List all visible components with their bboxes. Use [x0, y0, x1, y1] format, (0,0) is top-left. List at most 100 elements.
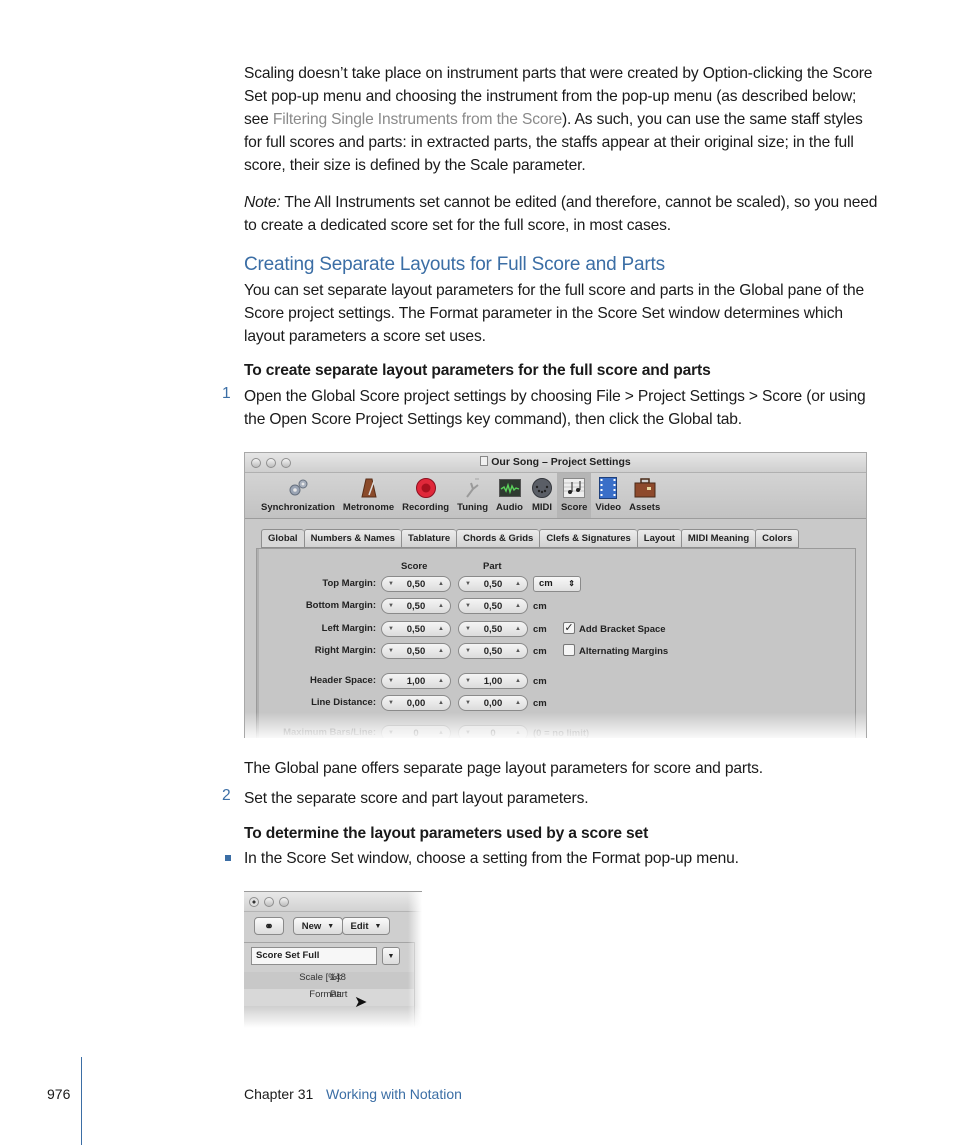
decrement-arrow-icon[interactable]: ▼ [465, 648, 471, 654]
unit-select[interactable]: cm ⇕ [533, 576, 581, 592]
new-menu-button[interactable]: New ▼ [293, 917, 343, 935]
toolbar-label: Score [560, 502, 588, 513]
decrement-arrow-icon[interactable]: ▼ [388, 700, 394, 706]
alternating-margins-checkbox[interactable] [563, 644, 575, 656]
line-distance-score-stepper[interactable]: ▼ 0,00 ▲ [381, 695, 451, 711]
toolbar-assets[interactable]: Assets [625, 473, 664, 518]
decrement-arrow-icon[interactable]: ▼ [465, 581, 471, 587]
tab-numbers-names[interactable]: Numbers & Names [303, 529, 402, 548]
chevron-down-icon: ▼ [327, 922, 335, 930]
left-margin-score-stepper[interactable]: ▼ 0,50 ▲ [381, 621, 451, 637]
decrement-arrow-icon[interactable]: ▼ [388, 626, 394, 632]
line-distance-part-stepper[interactable]: ▼ 0,00 ▲ [458, 695, 528, 711]
bullet-text: In the Score Set window, choose a settin… [244, 850, 739, 867]
project-settings-screenshot: Our Song – Project Settings Synchronizat… [244, 452, 867, 738]
minimize-button[interactable] [264, 897, 274, 907]
decrement-arrow-icon[interactable]: ▼ [388, 603, 394, 609]
toolbar-tuning[interactable]: Tuning [453, 473, 492, 518]
column-header-part: Part [483, 561, 502, 572]
increment-arrow-icon[interactable]: ▲ [438, 648, 444, 654]
tab-tablature[interactable]: Tablature [401, 529, 457, 548]
unit-label: cm [533, 676, 547, 687]
right-margin-part-stepper[interactable]: ▼ 0,50 ▲ [458, 643, 528, 659]
increment-arrow-icon[interactable]: ▲ [515, 581, 521, 587]
decrement-arrow-icon[interactable]: ▼ [465, 626, 471, 632]
increment-arrow-icon[interactable]: ▲ [515, 603, 521, 609]
stepper-value: 0,50 [483, 645, 503, 657]
score-notes-icon [563, 477, 586, 499]
decrement-arrow-icon[interactable]: ▼ [465, 678, 471, 684]
toolbar-label: Metronome [342, 502, 395, 513]
tab-clefs-signatures[interactable]: Clefs & Signatures [539, 529, 637, 548]
add-bracket-space-checkbox[interactable]: ✓ [563, 622, 575, 634]
tab-layout[interactable]: Layout [636, 529, 681, 548]
screenshot-fade [244, 1006, 422, 1028]
edit-menu-button[interactable]: Edit ▼ [342, 917, 390, 935]
tab-global[interactable]: Global [261, 529, 304, 548]
bullet-icon [225, 855, 231, 861]
decrement-arrow-icon[interactable]: ▼ [465, 603, 471, 609]
increment-arrow-icon[interactable]: ▲ [438, 678, 444, 684]
increment-arrow-icon[interactable]: ▲ [438, 581, 444, 587]
scale-value[interactable]: 148 [330, 972, 346, 983]
increment-arrow-icon[interactable]: ▲ [515, 648, 521, 654]
right-margin-score-stepper[interactable]: ▼ 0,50 ▲ [381, 643, 451, 659]
top-margin-score-stepper[interactable]: ▼ 0,50 ▲ [381, 576, 451, 592]
gears-icon [287, 477, 309, 499]
toolbar-label: MIDI [531, 502, 552, 513]
top-margin-part-stepper[interactable]: ▼ 0,50 ▲ [458, 576, 528, 592]
paragraph-layout-intro: You can set separate layout parameters f… [244, 282, 865, 345]
zoom-button[interactable] [279, 897, 289, 907]
increment-arrow-icon[interactable]: ▲ [438, 626, 444, 632]
note-label: Note: [244, 194, 281, 211]
format-popup[interactable]: Part [330, 989, 347, 1000]
close-button[interactable] [249, 897, 259, 907]
toolbar-synchronization[interactable]: Synchronization [257, 473, 339, 518]
toolbar-metronome[interactable]: Metronome [339, 473, 398, 518]
step-number-1: 1 [222, 385, 231, 402]
window-title-text: Our Song – Project Settings [491, 456, 631, 468]
tab-midi-meaning[interactable]: MIDI Meaning [680, 529, 756, 548]
midi-connector-icon [531, 477, 553, 499]
stepper-value: 0,50 [406, 578, 426, 590]
title-bar [244, 892, 422, 912]
toolbar-score[interactable]: Score [556, 473, 592, 518]
increment-arrow-icon[interactable]: ▲ [515, 700, 521, 706]
add-bracket-space-label: Add Bracket Space [579, 624, 666, 635]
note-paragraph: Note: The All Instruments set cannot be … [244, 191, 884, 237]
link-filtering-single-instruments[interactable]: Filtering Single Instruments from the Sc… [273, 111, 562, 128]
record-icon [415, 477, 437, 499]
decrement-arrow-icon[interactable]: ▼ [465, 700, 471, 706]
increment-arrow-icon[interactable]: ▲ [515, 626, 521, 632]
decrement-arrow-icon[interactable]: ▼ [388, 678, 394, 684]
window-controls [249, 897, 289, 907]
bottom-margin-part-stepper[interactable]: ▼ 0,50 ▲ [458, 598, 528, 614]
chapter-title-link[interactable]: Working with Notation [326, 1086, 462, 1102]
task-heading-determine-layout: To determine the layout parameters used … [244, 825, 649, 842]
score-set-popup-button[interactable]: ▼ [382, 947, 400, 965]
tab-chords-grids[interactable]: Chords & Grids [456, 529, 540, 548]
bottom-margin-score-stepper[interactable]: ▼ 0,50 ▲ [381, 598, 451, 614]
stepper-value: 0,50 [406, 623, 426, 635]
link-icon: ⚭ [264, 920, 274, 933]
chapter-label: Chapter 31 [244, 1086, 314, 1102]
title-bar: Our Song – Project Settings [245, 453, 866, 473]
toolbar-audio[interactable]: Audio [492, 473, 527, 518]
decrement-arrow-icon[interactable]: ▼ [388, 648, 394, 654]
score-set-name-field[interactable]: Score Set Full [251, 947, 377, 965]
toolbar-midi[interactable]: MIDI [527, 473, 557, 518]
toolbar-video[interactable]: Video [591, 473, 625, 518]
increment-arrow-icon[interactable]: ▲ [438, 603, 444, 609]
header-space-score-stepper[interactable]: ▼ 1,00 ▲ [381, 673, 451, 689]
header-space-part-stepper[interactable]: ▼ 1,00 ▲ [458, 673, 528, 689]
tab-colors[interactable]: Colors [755, 529, 800, 548]
toolbar-label: Recording [402, 502, 450, 513]
increment-arrow-icon[interactable]: ▲ [515, 678, 521, 684]
left-margin-part-stepper[interactable]: ▼ 0,50 ▲ [458, 621, 528, 637]
decrement-arrow-icon[interactable]: ▼ [388, 581, 394, 587]
link-button[interactable]: ⚭ [254, 917, 284, 935]
toolbar-recording[interactable]: Recording [398, 473, 453, 518]
stepper-value: 0,00 [483, 697, 503, 709]
left-margin-label: Left Margin: [321, 623, 376, 634]
increment-arrow-icon[interactable]: ▲ [438, 700, 444, 706]
